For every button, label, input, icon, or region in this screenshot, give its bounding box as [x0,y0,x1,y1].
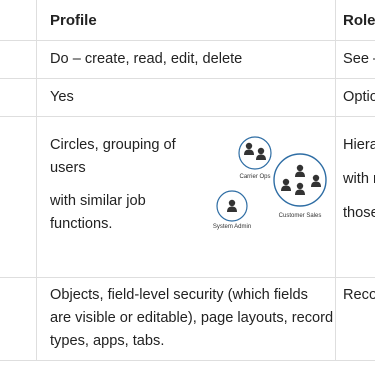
cell-profile-required: Yes [50,89,74,105]
user-groups-diagram: Carrier Ops Customer Sales System Admin [213,136,327,230]
group-icon [273,153,327,207]
group-label: Carrier Ops [239,174,270,180]
column-divider [36,0,37,361]
row-divider [0,116,375,117]
cell-profile-controls-line: are visible or editable), page layouts, … [50,310,334,326]
cell-role-definition-line: Hiera [343,137,375,153]
comparison-table: Profile Role Do – create, read, edit, de… [0,0,375,366]
cell-profile-definition-line: users [50,160,86,176]
header-profile: Profile [50,12,97,29]
cell-profile-definition-line: Circles, grouping of [50,137,176,153]
cell-profile-definition-line: functions. [50,216,113,232]
cell-role-definition-line: with r [343,171,375,187]
row-divider [0,277,375,278]
cell-role-controls: Reco [343,287,375,303]
group-icon [216,190,248,222]
column-divider [335,0,336,361]
cell-profile-definition-line: with similar job [50,193,146,209]
cell-profile-controls-line: Objects, field-level security (which fie… [50,287,308,303]
cell-profile-access: Do – create, read, edit, delete [50,51,243,67]
header-role: Role [343,12,375,29]
cell-role-definition-line: those [343,205,375,221]
row-divider [0,360,375,361]
row-divider [0,40,375,41]
group-label: Customer Sales [279,213,322,219]
row-divider [0,78,375,79]
cell-role-access: See – [343,51,375,67]
group-label: System Admin [213,224,251,230]
group-icon [238,136,272,170]
cell-profile-controls-line: types, apps, tabs. [50,333,165,349]
cell-role-required: Optio [343,89,375,105]
